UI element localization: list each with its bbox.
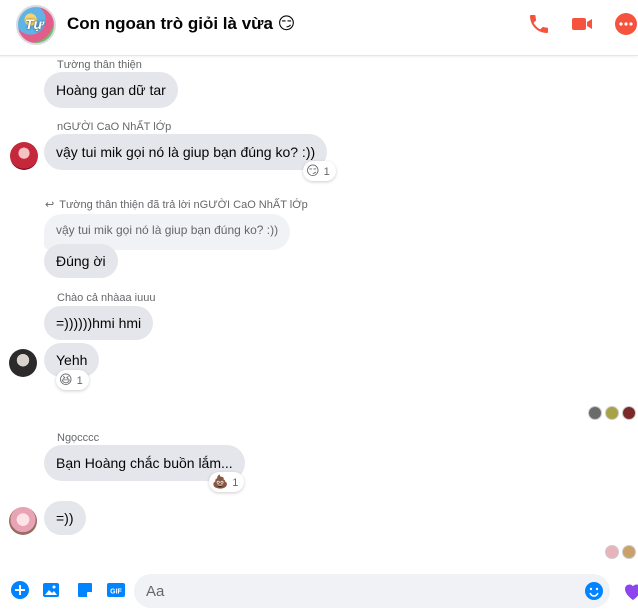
message-bubble[interactable]: Hoàng gan dữ tar <box>44 72 178 108</box>
group-avatar-text: Tự <box>25 16 44 32</box>
read-receipt-avatar <box>588 406 602 420</box>
message-bubble[interactable]: =))))))hmi hmi <box>44 306 154 340</box>
read-receipt-avatar <box>605 545 619 559</box>
sender-name: nGƯỜI CaO NhẤT lỚp <box>57 121 172 133</box>
sender-name: Ngọcccc <box>57 432 100 444</box>
plus-icon[interactable] <box>10 580 30 600</box>
message-bubble[interactable]: vậy tui mik gọi nó là giup bạn đúng ko? … <box>44 134 328 170</box>
message-composer: GIF <box>0 567 638 615</box>
avatar[interactable] <box>9 507 37 535</box>
avatar[interactable] <box>9 349 37 377</box>
reply-note: ↩ Tường thân thiện đã trả lời nGƯỜI CaO N… <box>45 198 308 211</box>
message-bubble[interactable]: =)) <box>44 501 86 535</box>
gif-label: GIF <box>110 589 122 596</box>
message-bubble[interactable]: Đúng ời <box>44 244 118 278</box>
sender-name: Chào cả nhàaa iuuu <box>57 292 156 304</box>
reply-arrow-icon: ↩ <box>45 199 55 211</box>
photo-icon[interactable] <box>41 580 61 600</box>
conversation-title[interactable]: Con ngoan trò giỏi là vừa 😏 <box>67 14 295 34</box>
group-avatar[interactable]: Tự <box>16 5 56 45</box>
sticker-icon[interactable] <box>75 580 95 600</box>
reply-note-text: Tường thân thiện đã trả lời nGƯỜI CaO Nh… <box>59 199 308 211</box>
sender-name: Tường thân thiện <box>57 59 142 71</box>
read-receipt-avatar <box>622 545 636 559</box>
reaction-emoji: 😏 <box>306 163 320 178</box>
reaction-count: 1 <box>323 166 330 178</box>
reaction-emoji: 😆 <box>59 372 73 387</box>
video-call-icon[interactable] <box>570 12 594 36</box>
read-receipt-avatar <box>622 406 636 420</box>
gif-icon[interactable]: GIF <box>106 580 126 600</box>
chat-header: Tự Con ngoan trò giỏi là vừa 😏 <box>0 0 638 56</box>
message-input[interactable] <box>146 574 566 608</box>
reaction-badge[interactable]: 😆 1 <box>56 370 89 390</box>
read-receipt-avatar <box>605 406 619 420</box>
reaction-count: 1 <box>232 477 239 489</box>
heart-icon[interactable] <box>621 579 638 603</box>
reaction-badge[interactable]: 💩 1 <box>209 472 245 492</box>
emoji-icon[interactable] <box>584 581 604 601</box>
read-receipts <box>585 406 636 420</box>
reaction-emoji: 💩 <box>212 474 229 489</box>
avatar[interactable] <box>10 142 38 170</box>
more-options-icon[interactable] <box>614 12 638 36</box>
message-list[interactable]: Tường thân thiện Hoàng gan dữ tar nGƯỜI … <box>0 57 638 567</box>
read-receipts <box>602 545 636 559</box>
reaction-count: 1 <box>76 375 83 387</box>
reaction-badge[interactable]: 😏 1 <box>303 161 336 181</box>
message-input-box[interactable] <box>134 574 610 608</box>
phone-call-icon[interactable] <box>527 12 551 36</box>
